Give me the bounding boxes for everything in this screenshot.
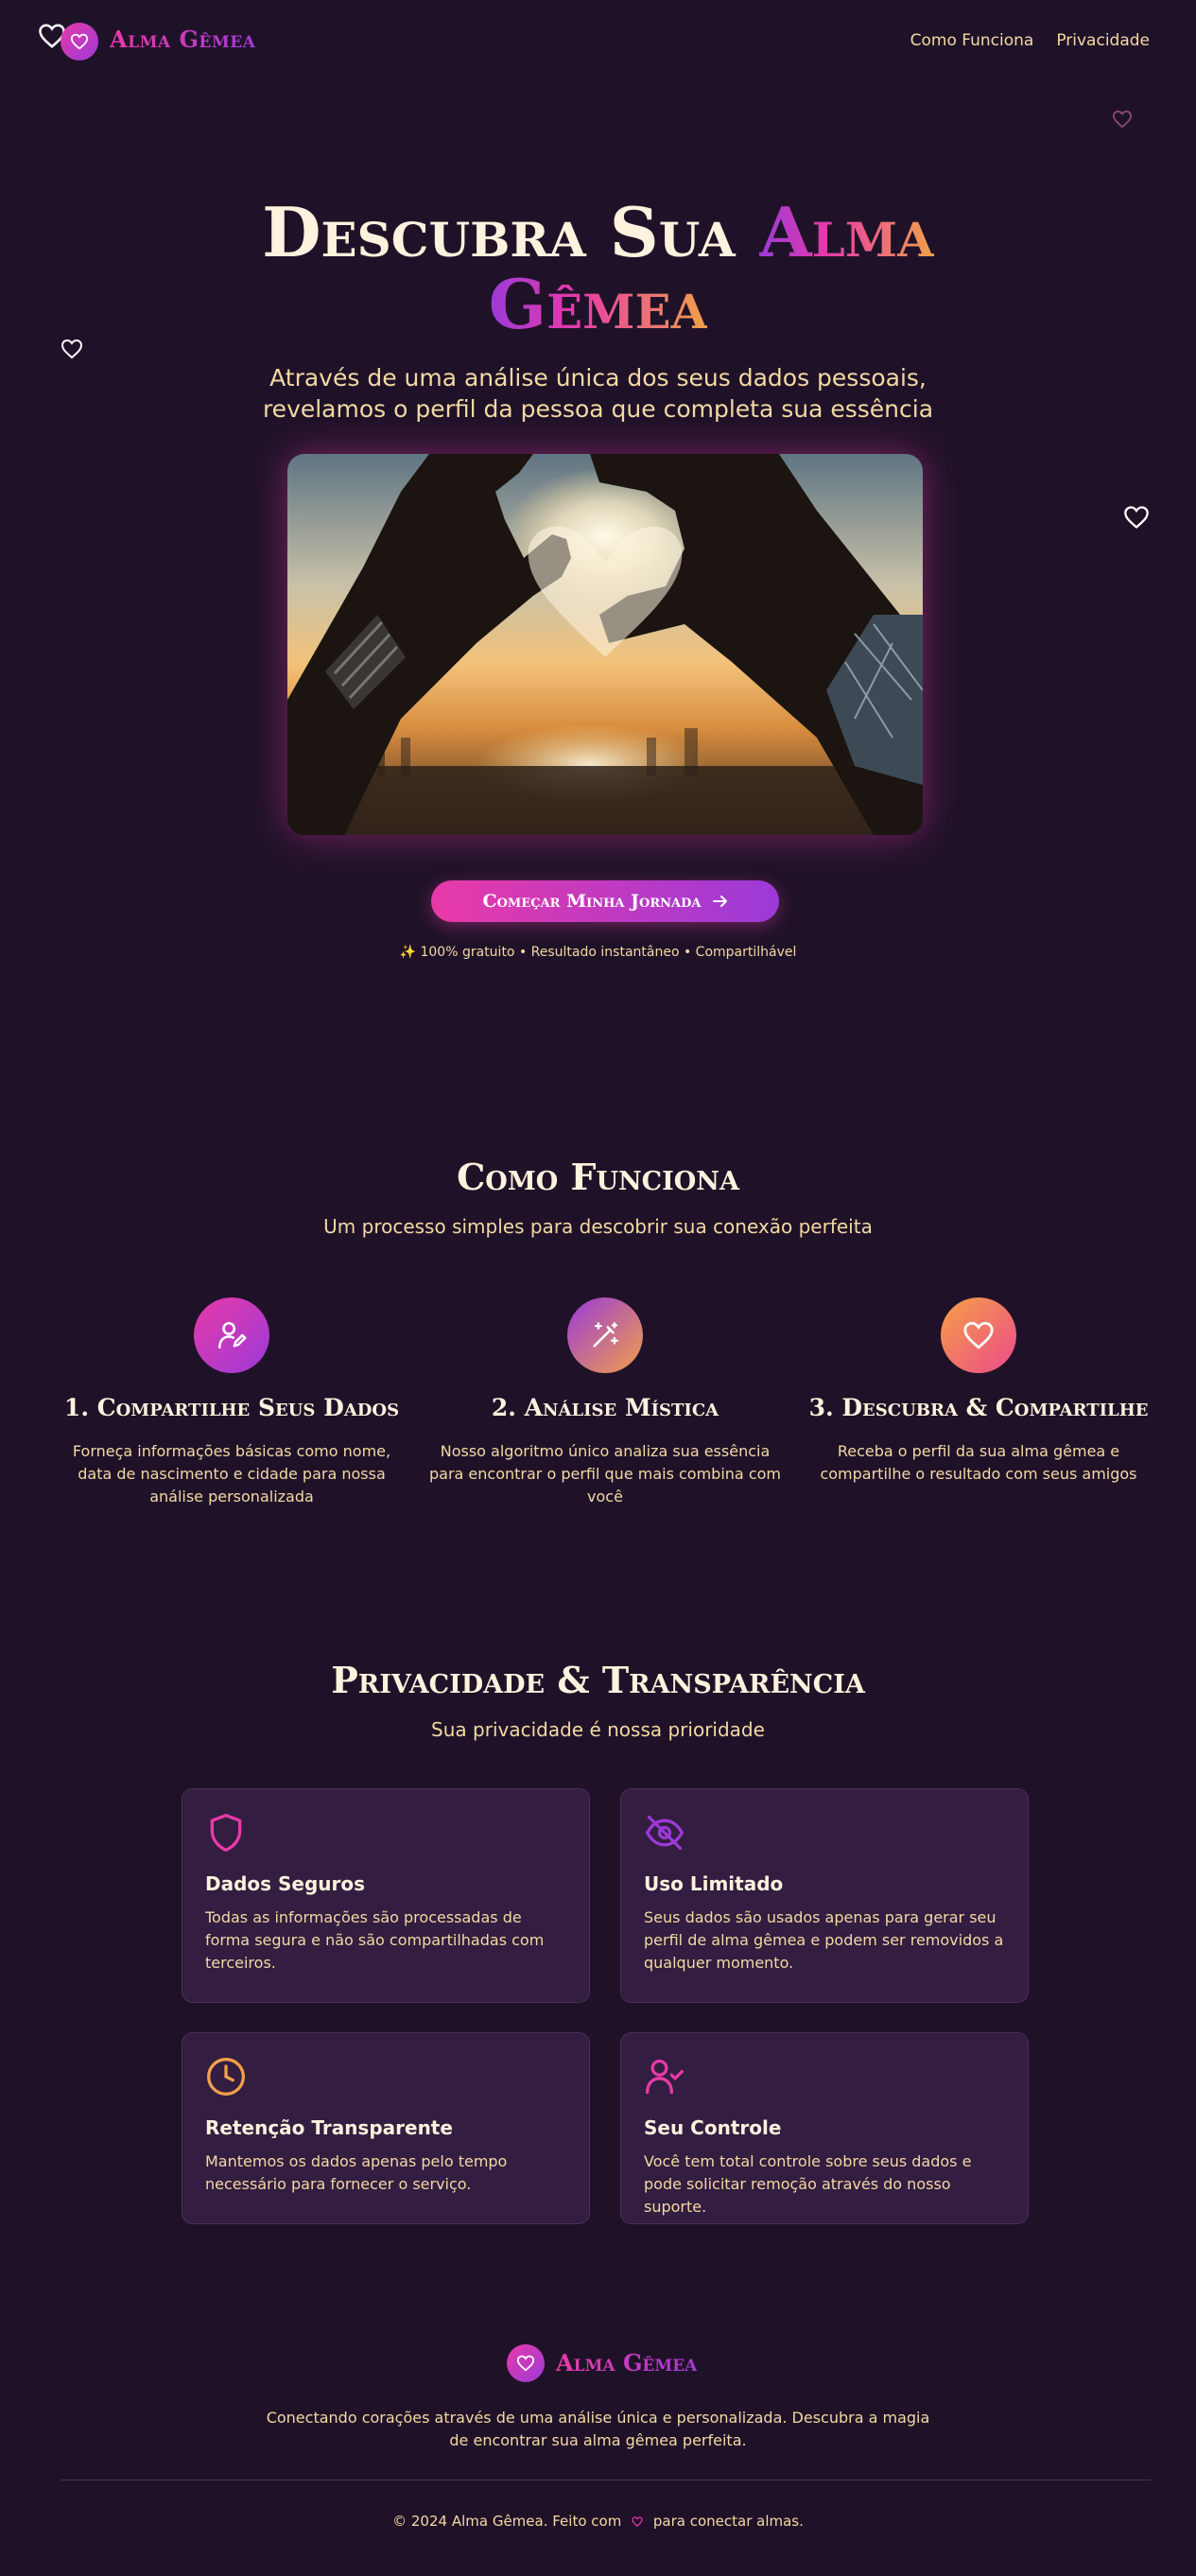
hero-title-main: Descubra Sua xyxy=(262,192,736,272)
card-title: Retenção Transparente xyxy=(205,2116,453,2139)
how-it-works-title: Como Funciona xyxy=(457,1156,739,1198)
heart-icon xyxy=(941,1297,1016,1373)
step-title: 2. Análise Mística xyxy=(491,1394,719,1421)
footer-brand-name: Alma Gêmea xyxy=(556,2349,698,2376)
floating-heart-icon xyxy=(61,339,83,359)
nav-links: Como Funciona Privacidade xyxy=(910,31,1150,50)
card-description: Você tem total controle sobre seus dados… xyxy=(644,2152,972,2216)
footer-copyright: © 2024 Alma Gêmea. Feito com para conect… xyxy=(0,2513,1196,2530)
step-card-2: 2. Análise Mística Nosso algoritmo único… xyxy=(425,1297,785,1508)
floating-heart-icon xyxy=(1124,506,1149,530)
card-title: Seu Controle xyxy=(644,2116,782,2139)
card-title: Dados Seguros xyxy=(205,1872,366,1895)
user-check-icon xyxy=(646,2059,684,2095)
step-description: Nosso algoritmo único analiza sua essênc… xyxy=(429,1442,781,1506)
privacy-card-limited: Uso Limitado Seus dados são usados apena… xyxy=(620,1788,1029,2003)
copyright-suffix: para conectar almas. xyxy=(652,2513,804,2530)
clock-icon xyxy=(207,2058,245,2096)
nav-link-como-funciona[interactable]: Como Funciona xyxy=(910,31,1034,50)
step-title: 1. Compartilhe Seus Dados xyxy=(63,1394,400,1421)
logo-mark[interactable] xyxy=(61,23,98,61)
shield-icon xyxy=(210,1814,242,1852)
nav-link-privacidade[interactable]: Privacidade xyxy=(1056,31,1150,50)
small-heart-icon xyxy=(632,2516,643,2527)
cta-note: ✨ 100% gratuito • Resultado instantâneo … xyxy=(399,945,797,960)
start-journey-button[interactable]: Começar Minha Jornada xyxy=(431,880,779,922)
card-title: Uso Limitado xyxy=(644,1872,784,1895)
hero-title: Descubra Sua Alma Gêmea xyxy=(0,197,1196,340)
heart-icon xyxy=(516,2355,535,2372)
privacy-title: Privacidade & Transparência xyxy=(331,1659,865,1701)
card-description: Mantemos os dados apenas pelo tempo nece… xyxy=(205,2152,508,2193)
magic-wand-icon xyxy=(567,1297,643,1373)
step-title: 3. Descubra & Compartilhe xyxy=(808,1394,1149,1421)
step-description: Receba o perfil da sua alma gêmea e comp… xyxy=(820,1442,1137,1483)
heart-icon xyxy=(70,33,89,50)
card-description: Seus dados são usados apenas para gerar … xyxy=(644,1908,1004,1972)
arrow-right-icon xyxy=(712,896,727,907)
privacy-card-secure: Dados Seguros Todas as informações são p… xyxy=(182,1788,590,2003)
hero-subtitle-line-2: revelamos o perfil da pessoa que complet… xyxy=(262,395,934,423)
footer-logo-mark xyxy=(507,2344,545,2382)
eye-off-icon xyxy=(645,1815,685,1851)
footer-description: Conectando corações através de uma análi… xyxy=(266,2409,930,2449)
hero-subtitle-line-1: Através de uma análise única dos seus da… xyxy=(269,364,927,392)
user-edit-icon xyxy=(194,1297,269,1373)
brand-name[interactable]: Alma Gêmea xyxy=(110,26,255,53)
copyright-text: © 2024 Alma Gêmea. Feito com xyxy=(392,2513,622,2530)
floating-heart-icon xyxy=(1112,110,1133,129)
hero-image-heart-hands xyxy=(287,454,923,835)
privacy-card-retention: Retenção Transparente Mantemos os dados … xyxy=(182,2032,590,2224)
hero-title-accent-1: Alma xyxy=(758,192,934,272)
step-description: Forneça informações básicas como nome, d… xyxy=(72,1442,391,1506)
step-card-3: 3. Descubra & Compartilhe Receba o perfi… xyxy=(799,1297,1158,1486)
hero-subtitle: Através de uma análise única dos seus da… xyxy=(0,362,1196,425)
hero-title-accent-2: Gêmea xyxy=(488,264,708,344)
card-description: Todas as informações são processadas de … xyxy=(205,1908,545,1972)
how-it-works-subtitle: Um processo simples para descobrir sua c… xyxy=(323,1215,873,1238)
top-nav: Alma Gêmea Como Funciona Privacidade xyxy=(0,0,1196,81)
privacy-card-control: Seu Controle Você tem total controle sob… xyxy=(620,2032,1029,2224)
step-card-1: 1. Compartilhe Seus Dados Forneça inform… xyxy=(52,1297,411,1508)
privacy-subtitle: Sua privacidade é nossa prioridade xyxy=(431,1718,765,1741)
start-journey-label: Começar Minha Jornada xyxy=(482,891,702,912)
